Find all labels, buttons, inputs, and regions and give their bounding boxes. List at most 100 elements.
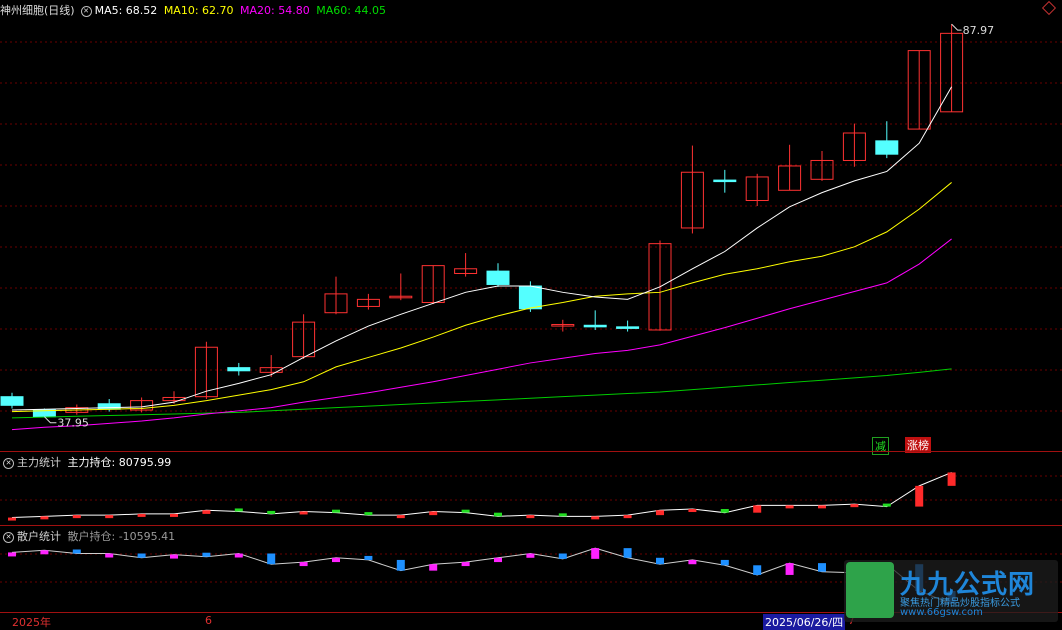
main-force-bar: [818, 505, 826, 509]
watermark-logo-icon: [846, 562, 894, 618]
retail-bar: [72, 549, 81, 554]
candle: [940, 24, 964, 113]
ma10-line: [11, 182, 952, 413]
retail-bar: [137, 553, 146, 558]
candle-body: [97, 403, 121, 410]
retail-header: ✕ 散户统计 散户持仓: -10595.41: [0, 528, 178, 544]
main-force-bar: [947, 472, 956, 486]
ma60-label: MA60: 44.05: [316, 4, 386, 17]
candle-body: [486, 270, 510, 285]
candle-body: [227, 367, 251, 372]
candle-body: [583, 324, 607, 328]
candle: [583, 310, 607, 330]
main-force-bar: [72, 515, 81, 519]
kline-header: 神州细胞(日线) ✕ MA5: 68.52 MA10: 62.70 MA20: 54…: [0, 2, 389, 18]
candle: [745, 173, 769, 206]
retail-bar: [785, 563, 794, 575]
retail-line: [11, 547, 952, 605]
main-force-bar: [688, 509, 697, 513]
candle: [907, 50, 931, 130]
retail-bar: [429, 564, 438, 571]
main-force-panel[interactable]: ✕ 主力统计 主力持仓: 80795.99: [0, 452, 1062, 526]
main-force-bar: [591, 516, 600, 520]
retail-bar: [558, 553, 567, 559]
high-price-label: 87.97: [963, 24, 995, 37]
retail-bar: [656, 557, 664, 565]
ma10-label: MA10: 62.70: [163, 4, 234, 17]
retail-bar: [40, 550, 49, 555]
candle: [713, 169, 737, 193]
main-force-value: 主力持仓: 80795.99: [67, 456, 172, 469]
candle-body: [616, 326, 640, 329]
retail-bar: [202, 552, 211, 557]
retail-bar: [364, 555, 373, 560]
candle: [648, 240, 672, 331]
main-force-bar: [461, 509, 470, 513]
stock-title[interactable]: 神州细胞(日线): [0, 4, 75, 17]
candle: [324, 276, 348, 315]
main-force-bar: [332, 509, 340, 513]
main-force-bar: [202, 510, 211, 514]
candle: [130, 397, 154, 413]
main-force-bar: [429, 511, 438, 516]
candle: [778, 144, 802, 191]
candle: [551, 319, 575, 332]
retail-bar: [299, 562, 308, 567]
watermark-url: www.66gsw.com: [900, 607, 983, 618]
axis-month: 6: [205, 614, 212, 627]
retail-value: 散户持仓: -10595.41: [67, 530, 176, 543]
retail-bar: [461, 562, 470, 567]
main-force-bar: [364, 512, 373, 516]
kline-panel[interactable]: 87.97 37.95 神州细胞(日线) ✕ MA5: 68.52 MA10: 62.…: [0, 0, 1062, 455]
retail-bar: [105, 553, 114, 558]
retail-bar: [688, 559, 697, 565]
main-force-bar: [40, 516, 49, 520]
main-force-bar: [850, 504, 859, 508]
retail-bar: [818, 563, 826, 572]
candle: [454, 253, 478, 277]
main-force-bar: [656, 510, 664, 516]
retail-indicator[interactable]: 散户统计: [17, 530, 61, 543]
ma5-line: [11, 86, 953, 411]
retail-bar: [8, 552, 16, 557]
main-force-bar: [785, 505, 794, 509]
candle: [875, 121, 899, 159]
retail-bar: [526, 553, 535, 558]
main-force-bar: [396, 515, 405, 519]
main-force-bar: [915, 485, 924, 507]
main-force-header: ✕ 主力统计 主力持仓: 80795.99: [0, 454, 174, 470]
main-force-bar: [8, 517, 16, 521]
kline-chart[interactable]: 87.97 37.95: [0, 0, 1062, 452]
axis-year: 2025年: [12, 616, 51, 629]
retail-bar: [396, 559, 405, 571]
main-force-indicator[interactable]: 主力统计: [17, 456, 61, 469]
settings-icon[interactable]: ✕: [80, 5, 92, 17]
main-force-bar: [170, 513, 178, 517]
main-force-bar: [623, 515, 632, 519]
candle: [389, 273, 413, 301]
retail-bar: [720, 559, 729, 566]
main-force-bar: [267, 510, 276, 514]
candle: [486, 263, 510, 287]
retail-bar: [753, 565, 762, 575]
candle-body: [0, 396, 24, 406]
settings-icon[interactable]: ✕: [3, 457, 14, 469]
candle-body: [875, 140, 899, 155]
candle: [616, 320, 640, 332]
candle: [0, 392, 24, 409]
retail-bar: [332, 557, 340, 563]
main-force-line: [11, 471, 952, 519]
ma20-label: MA20: 54.80: [240, 4, 310, 17]
candle: [680, 145, 704, 234]
retail-bar: [170, 554, 178, 559]
main-force-bar: [526, 515, 535, 519]
settings-icon[interactable]: ✕: [3, 531, 14, 543]
retail-bar: [623, 548, 632, 558]
low-marker: [44, 416, 57, 424]
retail-bar: [591, 548, 600, 559]
main-force-bar: [137, 513, 146, 517]
candle: [810, 151, 834, 181]
candle-body: [713, 179, 737, 183]
ma5-label: MA5: 68.52: [94, 4, 158, 17]
candle-body: [518, 285, 542, 310]
